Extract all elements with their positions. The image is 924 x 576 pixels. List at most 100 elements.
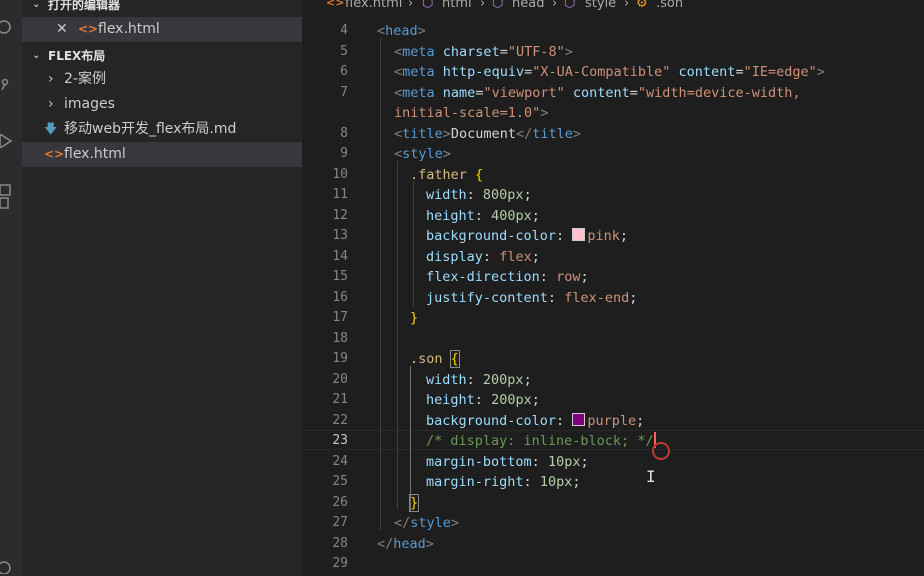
code-line-5: <meta charset="UTF-8"> <box>394 44 573 60</box>
sidebar-item-label: 2-案例 <box>64 71 106 87</box>
close-icon[interactable]: ✕ <box>56 17 68 42</box>
indent-guide <box>413 181 414 307</box>
chevron-down-icon: ⌄ <box>32 50 41 61</box>
line-number: 26 <box>332 495 348 510</box>
code-line-25: margin-right: 10px; <box>426 474 581 490</box>
chevron-right-icon: › <box>480 0 486 11</box>
line-number: 8 <box>340 126 348 141</box>
line-number: 12 <box>332 208 348 223</box>
sidebar-item-flex-html[interactable]: <> flex.html <box>22 142 302 167</box>
color-swatch-pink[interactable] <box>572 228 586 241</box>
line-number: 29 <box>332 556 348 571</box>
code-line-26: } <box>408 494 420 512</box>
code-line-4: <head> <box>377 23 426 39</box>
line-number: 17 <box>332 310 348 325</box>
project-title: FLEX布局 <box>48 49 106 63</box>
chevron-right-icon: › <box>48 71 54 87</box>
click-indicator-icon <box>652 442 670 460</box>
accounts-icon[interactable] <box>0 560 14 574</box>
breadcrumb-style[interactable]: style <box>585 0 616 11</box>
chevron-right-icon: › <box>552 0 558 11</box>
extensions-icon[interactable] <box>0 184 14 210</box>
project-folder-header[interactable]: ⌄ FLEX布局 <box>22 45 302 67</box>
line-number-active: 23 <box>332 433 348 448</box>
code-line-7-wrap: initial-scale=1.0"> <box>394 105 549 121</box>
code-editor[interactable]: 4 5 6 7 8 9 10 11 12 13 14 15 16 17 18 1… <box>302 14 924 576</box>
sidebar-item-markdown-file[interactable]: 🡇 移动web开发_flex布局.md <box>22 117 302 142</box>
html-file-icon: <> <box>326 0 345 9</box>
code-line-15: flex-direction: row; <box>426 269 589 285</box>
code-line-17: } <box>410 310 419 326</box>
line-number: 4 <box>340 23 348 38</box>
code-line-12: height: 400px; <box>426 208 540 224</box>
chevron-right-icon: › <box>408 0 414 11</box>
line-number: 28 <box>332 536 348 551</box>
line-number: 11 <box>332 187 348 202</box>
cube-icon: ⬡ <box>422 0 434 11</box>
code-line-23: /* display: inline-block; */ <box>426 432 656 449</box>
breadcrumb: <> flex.html › ⬡ html › ⬡ head › ⬡ style… <box>302 0 924 14</box>
line-number: 6 <box>340 64 348 79</box>
code-line-10: .father { <box>410 167 484 183</box>
search-icon[interactable] <box>0 20 14 34</box>
code-line-20: width: 200px; <box>426 372 532 388</box>
code-line-21: height: 200px; <box>426 392 540 408</box>
sidebar-item-cases-folder[interactable]: › 2-案例 <box>22 67 302 92</box>
active-indent-guide <box>410 366 411 511</box>
html-file-icon: <> <box>78 22 99 36</box>
indent-guide <box>380 38 381 530</box>
cube-icon: ⬡ <box>564 0 576 11</box>
line-number: 13 <box>332 228 348 243</box>
code-line-13: background-color: pink; <box>426 228 628 244</box>
run-debug-icon[interactable] <box>0 134 14 148</box>
chevron-right-icon: › <box>48 96 54 112</box>
line-number: 27 <box>332 515 348 530</box>
line-number: 19 <box>332 351 348 366</box>
line-number: 16 <box>332 290 348 305</box>
breadcrumb-head[interactable]: head <box>512 0 544 11</box>
line-number: 7 <box>340 85 348 100</box>
explorer-sidebar: ⌄ 打开的编辑器 ✕ <> flex.html ⌄ FLEX布局 › 2-案例 … <box>22 0 302 576</box>
code-line-7: <meta name="viewport" content="width=dev… <box>394 85 801 101</box>
open-editors-header[interactable]: ⌄ 打开的编辑器 <box>22 0 302 16</box>
line-number: 18 <box>332 331 348 346</box>
open-editor-label: flex.html <box>98 21 160 37</box>
code-line-28: </head> <box>377 536 434 552</box>
code-line-19: .son { <box>410 350 460 368</box>
line-number: 24 <box>332 454 348 469</box>
breadcrumb-son[interactable]: .son <box>656 0 683 11</box>
code-line-8: <title>Document</title> <box>394 126 581 142</box>
line-number: 22 <box>332 413 348 428</box>
code-line-24: margin-bottom: 10px; <box>426 454 589 470</box>
source-control-icon[interactable] <box>0 78 14 92</box>
sidebar-item-label: flex.html <box>64 146 126 162</box>
html-file-icon: <> <box>44 147 65 161</box>
sidebar-item-label: 移动web开发_flex布局.md <box>64 121 237 137</box>
line-number: 15 <box>332 269 348 284</box>
breadcrumb-file[interactable]: flex.html <box>345 0 402 11</box>
indent-guide <box>397 161 398 509</box>
sidebar-item-images-folder[interactable]: › images <box>22 92 302 117</box>
cube-icon: ⬡ <box>492 0 504 11</box>
activity-bar <box>0 0 22 576</box>
chevron-right-icon: › <box>624 0 630 11</box>
line-number: 10 <box>332 167 348 182</box>
line-number: 14 <box>332 249 348 264</box>
sidebar-item-label: images <box>64 96 115 112</box>
open-editor-item[interactable]: ✕ <> flex.html <box>22 17 302 42</box>
line-number: 21 <box>332 392 348 407</box>
breadcrumb-html[interactable]: html <box>442 0 472 11</box>
line-number: 25 <box>332 474 348 489</box>
line-number: 20 <box>332 372 348 387</box>
color-swatch-purple[interactable] <box>572 413 586 426</box>
code-line-11: width: 800px; <box>426 187 532 203</box>
code-line-6: <meta http-equiv="X-UA-Compatible" conte… <box>394 64 825 80</box>
code-line-22: background-color: purple; <box>426 413 645 429</box>
line-number: 5 <box>340 44 348 59</box>
chevron-down-icon: ⌄ <box>32 0 41 10</box>
ibeam-cursor-icon: I <box>646 467 656 486</box>
code-line-16: justify-content: flex-end; <box>426 290 638 306</box>
code-line-27: </style> <box>394 515 460 531</box>
markdown-file-icon: 🡇 <box>44 122 58 137</box>
code-line-14: display: flex; <box>426 249 540 265</box>
